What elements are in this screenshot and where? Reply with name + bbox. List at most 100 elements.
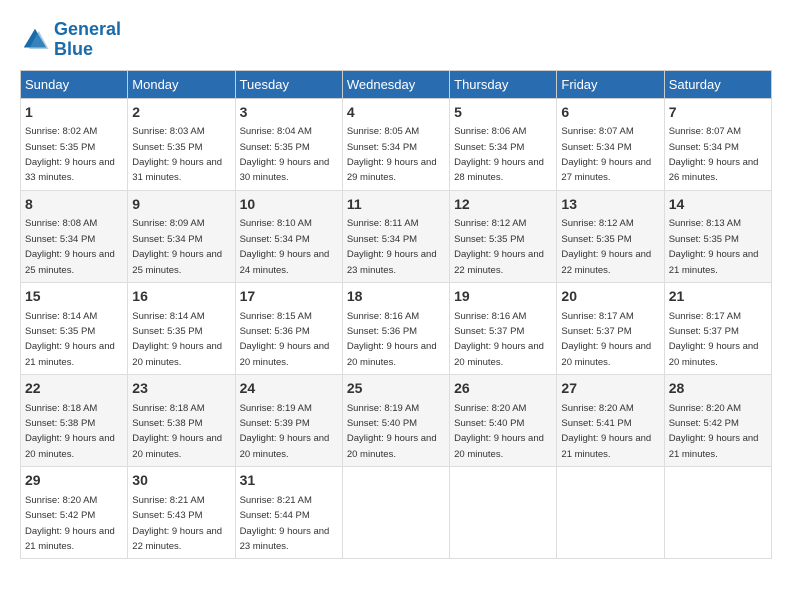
calendar-cell: 23 Sunrise: 8:18 AMSunset: 5:38 PMDayligh… [128, 375, 235, 467]
day-number: 22 [25, 379, 123, 399]
day-number: 16 [132, 287, 230, 307]
day-info: Sunrise: 8:16 AMSunset: 5:37 PMDaylight:… [454, 311, 544, 368]
day-number: 21 [669, 287, 767, 307]
calendar-cell: 27 Sunrise: 8:20 AMSunset: 5:41 PMDayligh… [557, 375, 664, 467]
day-number: 27 [561, 379, 659, 399]
day-number: 13 [561, 195, 659, 215]
day-number: 18 [347, 287, 445, 307]
day-number: 15 [25, 287, 123, 307]
calendar-cell: 19 Sunrise: 8:16 AMSunset: 5:37 PMDayligh… [450, 282, 557, 374]
day-number: 31 [240, 471, 338, 491]
day-number: 26 [454, 379, 552, 399]
calendar-cell: 26 Sunrise: 8:20 AMSunset: 5:40 PMDayligh… [450, 375, 557, 467]
day-number: 7 [669, 103, 767, 123]
day-info: Sunrise: 8:08 AMSunset: 5:34 PMDaylight:… [25, 218, 115, 275]
header-row: SundayMondayTuesdayWednesdayThursdayFrid… [21, 70, 772, 98]
day-info: Sunrise: 8:05 AMSunset: 5:34 PMDaylight:… [347, 126, 437, 183]
day-number: 6 [561, 103, 659, 123]
calendar-cell: 28Sunrise: 8:20 AMSunset: 5:42 PMDayligh… [664, 375, 771, 467]
calendar-table: SundayMondayTuesdayWednesdayThursdayFrid… [20, 70, 772, 560]
calendar-cell: 20Sunrise: 8:17 AMSunset: 5:37 PMDayligh… [557, 282, 664, 374]
day-info: Sunrise: 8:07 AMSunset: 5:34 PMDaylight:… [669, 126, 759, 183]
calendar-cell: 16 Sunrise: 8:14 AMSunset: 5:35 PMDayligh… [128, 282, 235, 374]
calendar-cell: 4 Sunrise: 8:05 AMSunset: 5:34 PMDaylight… [342, 98, 449, 190]
day-header-thursday: Thursday [450, 70, 557, 98]
calendar-cell [557, 467, 664, 559]
day-info: Sunrise: 8:19 AMSunset: 5:40 PMDaylight:… [347, 403, 437, 460]
day-info: Sunrise: 8:18 AMSunset: 5:38 PMDaylight:… [132, 403, 222, 460]
day-info: Sunrise: 8:18 AMSunset: 5:38 PMDaylight:… [25, 403, 115, 460]
day-number: 25 [347, 379, 445, 399]
day-info: Sunrise: 8:19 AMSunset: 5:39 PMDaylight:… [240, 403, 330, 460]
calendar-cell: 2 Sunrise: 8:03 AMSunset: 5:35 PMDaylight… [128, 98, 235, 190]
day-number: 14 [669, 195, 767, 215]
calendar-cell: 3 Sunrise: 8:04 AMSunset: 5:35 PMDaylight… [235, 98, 342, 190]
day-number: 8 [25, 195, 123, 215]
day-info: Sunrise: 8:02 AMSunset: 5:35 PMDaylight:… [25, 126, 115, 183]
logo-icon [20, 25, 50, 55]
calendar-cell: 14 Sunrise: 8:13 AMSunset: 5:35 PMDayligh… [664, 190, 771, 282]
logo: General Blue [20, 20, 121, 60]
calendar-cell: 18 Sunrise: 8:16 AMSunset: 5:36 PMDayligh… [342, 282, 449, 374]
day-number: 30 [132, 471, 230, 491]
calendar-cell: 8 Sunrise: 8:08 AMSunset: 5:34 PMDaylight… [21, 190, 128, 282]
calendar-cell: 15 Sunrise: 8:14 AMSunset: 5:35 PMDayligh… [21, 282, 128, 374]
day-info: Sunrise: 8:10 AMSunset: 5:34 PMDaylight:… [240, 218, 330, 275]
day-header-monday: Monday [128, 70, 235, 98]
day-number: 17 [240, 287, 338, 307]
calendar-cell: 6 Sunrise: 8:07 AMSunset: 5:34 PMDaylight… [557, 98, 664, 190]
day-number: 5 [454, 103, 552, 123]
day-header-sunday: Sunday [21, 70, 128, 98]
day-number: 12 [454, 195, 552, 215]
calendar-cell: 13 Sunrise: 8:12 AMSunset: 5:35 PMDayligh… [557, 190, 664, 282]
calendar-cell: 11 Sunrise: 8:11 AMSunset: 5:34 PMDayligh… [342, 190, 449, 282]
day-info: Sunrise: 8:20 AMSunset: 5:42 PMDaylight:… [25, 495, 115, 552]
calendar-week-5: 29 Sunrise: 8:20 AMSunset: 5:42 PMDayligh… [21, 467, 772, 559]
day-number: 24 [240, 379, 338, 399]
day-info: Sunrise: 8:20 AMSunset: 5:42 PMDaylight:… [669, 403, 759, 460]
day-info: Sunrise: 8:20 AMSunset: 5:40 PMDaylight:… [454, 403, 544, 460]
day-number: 10 [240, 195, 338, 215]
calendar-cell: 9 Sunrise: 8:09 AMSunset: 5:34 PMDaylight… [128, 190, 235, 282]
day-number: 23 [132, 379, 230, 399]
day-info: Sunrise: 8:12 AMSunset: 5:35 PMDaylight:… [561, 218, 651, 275]
day-info: Sunrise: 8:14 AMSunset: 5:35 PMDaylight:… [132, 311, 222, 368]
day-info: Sunrise: 8:07 AMSunset: 5:34 PMDaylight:… [561, 126, 651, 183]
day-number: 2 [132, 103, 230, 123]
day-info: Sunrise: 8:09 AMSunset: 5:34 PMDaylight:… [132, 218, 222, 275]
day-info: Sunrise: 8:21 AMSunset: 5:44 PMDaylight:… [240, 495, 330, 552]
calendar-cell [664, 467, 771, 559]
logo-text: General Blue [54, 20, 121, 60]
day-number: 4 [347, 103, 445, 123]
calendar-cell: 29 Sunrise: 8:20 AMSunset: 5:42 PMDayligh… [21, 467, 128, 559]
day-info: Sunrise: 8:21 AMSunset: 5:43 PMDaylight:… [132, 495, 222, 552]
day-info: Sunrise: 8:17 AMSunset: 5:37 PMDaylight:… [669, 311, 759, 368]
day-info: Sunrise: 8:03 AMSunset: 5:35 PMDaylight:… [132, 126, 222, 183]
calendar-week-4: 22 Sunrise: 8:18 AMSunset: 5:38 PMDayligh… [21, 375, 772, 467]
day-info: Sunrise: 8:14 AMSunset: 5:35 PMDaylight:… [25, 311, 115, 368]
day-header-saturday: Saturday [664, 70, 771, 98]
calendar-cell: 24 Sunrise: 8:19 AMSunset: 5:39 PMDayligh… [235, 375, 342, 467]
calendar-cell: 30 Sunrise: 8:21 AMSunset: 5:43 PMDayligh… [128, 467, 235, 559]
day-number: 20 [561, 287, 659, 307]
calendar-cell: 1Sunrise: 8:02 AMSunset: 5:35 PMDaylight… [21, 98, 128, 190]
day-info: Sunrise: 8:11 AMSunset: 5:34 PMDaylight:… [347, 218, 437, 275]
day-info: Sunrise: 8:16 AMSunset: 5:36 PMDaylight:… [347, 311, 437, 368]
calendar-cell: 5Sunrise: 8:06 AMSunset: 5:34 PMDaylight… [450, 98, 557, 190]
day-info: Sunrise: 8:13 AMSunset: 5:35 PMDaylight:… [669, 218, 759, 275]
calendar-cell: 17Sunrise: 8:15 AMSunset: 5:36 PMDayligh… [235, 282, 342, 374]
calendar-cell: 12Sunrise: 8:12 AMSunset: 5:35 PMDayligh… [450, 190, 557, 282]
day-number: 19 [454, 287, 552, 307]
day-number: 3 [240, 103, 338, 123]
calendar-cell: 25 Sunrise: 8:19 AMSunset: 5:40 PMDayligh… [342, 375, 449, 467]
day-info: Sunrise: 8:04 AMSunset: 5:35 PMDaylight:… [240, 126, 330, 183]
calendar-cell: 21 Sunrise: 8:17 AMSunset: 5:37 PMDayligh… [664, 282, 771, 374]
calendar-cell: 10 Sunrise: 8:10 AMSunset: 5:34 PMDayligh… [235, 190, 342, 282]
day-number: 9 [132, 195, 230, 215]
day-number: 11 [347, 195, 445, 215]
day-header-friday: Friday [557, 70, 664, 98]
calendar-cell: 7 Sunrise: 8:07 AMSunset: 5:34 PMDaylight… [664, 98, 771, 190]
day-number: 29 [25, 471, 123, 491]
day-info: Sunrise: 8:20 AMSunset: 5:41 PMDaylight:… [561, 403, 651, 460]
calendar-cell [450, 467, 557, 559]
